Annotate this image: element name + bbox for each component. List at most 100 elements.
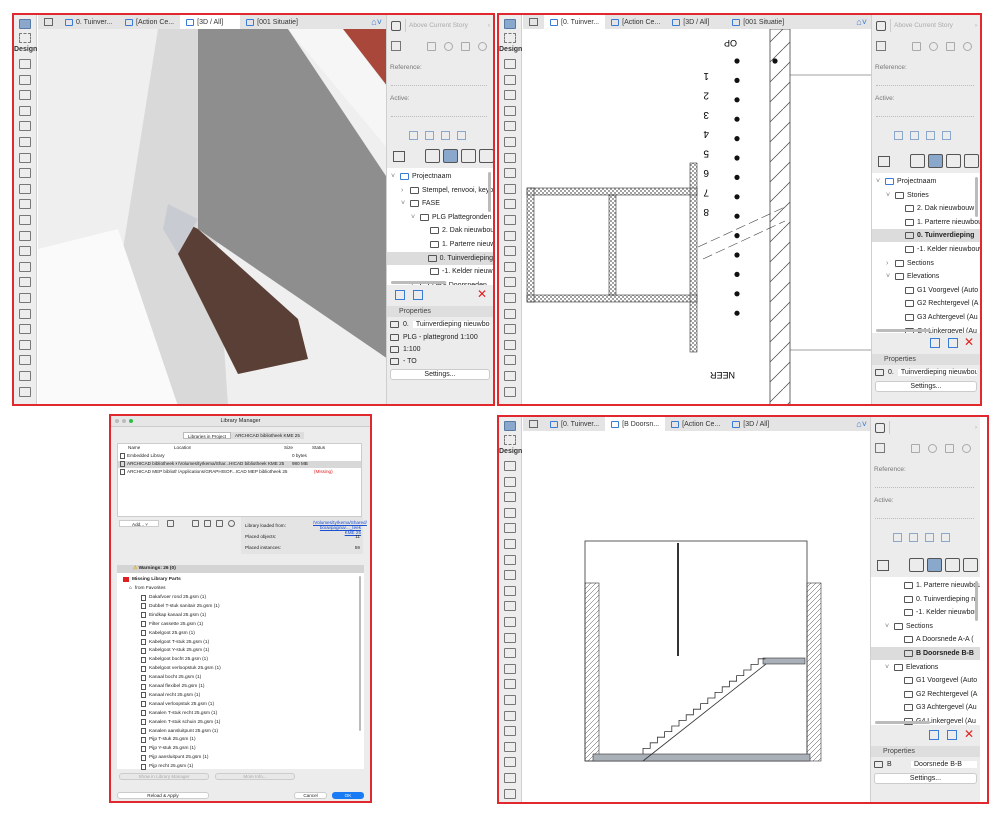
layout-book-icon[interactable] [946,154,961,168]
paste-icon[interactable] [909,533,918,542]
publisher-icon[interactable] [963,558,978,572]
stair-tool-icon[interactable] [19,152,31,163]
marquee-tool-icon[interactable] [19,33,31,43]
cancel-button[interactable]: Cancel [294,792,327,799]
wall-tool-icon[interactable] [504,59,516,69]
list-item[interactable]: Dakafvoer rond 25.gsm (1) [141,593,206,602]
info-icon[interactable] [228,520,235,527]
list-item[interactable]: Pijp aansluitpunt 25.gsm (1) [141,753,208,762]
tab-action-center[interactable]: [Action Ce... [665,417,726,431]
list-item[interactable]: Kanaal flexibel 25.gsm (1) [141,682,204,691]
elevation-tool-icon[interactable] [504,773,516,783]
trace-reference-selector[interactable]: Above Current Story › [405,19,490,32]
property-name-field[interactable]: Doorsnede B-B [911,761,977,768]
roof-tool-icon[interactable] [504,121,516,132]
tab-layout[interactable]: [001 Situatie] [726,15,836,29]
tree-item[interactable]: 2. Dak nieuwbou [421,224,493,237]
section-canvas[interactable] [523,431,873,803]
tree-item[interactable]: 1. Parterre nieuwbouw [895,579,980,592]
list-item[interactable]: Pijp recht 25.gsm (1) [141,762,193,771]
tab-action-center[interactable]: [Action Ce... [119,15,180,29]
column-tool-icon[interactable] [504,74,516,85]
library-edit-icon[interactable] [216,520,223,527]
shell-tool-icon[interactable] [504,539,516,549]
horizontal-scrollbar[interactable] [876,329,931,332]
column-tool-icon[interactable] [19,74,31,85]
warnings-header[interactable]: ⚠ Warnings: 26 (0) [117,565,364,573]
properties-header[interactable]: Properties [387,306,493,317]
tree-item[interactable]: 1. Parterre nieuw [421,238,493,251]
tree-item[interactable]: 0. Tuinverdieping [387,251,493,265]
property-name-field[interactable]: Tuinverdieping nieuwbouw [897,369,977,376]
tree-item[interactable]: G1 Voorgevel (Auto [896,284,978,297]
slab-tool-icon[interactable] [504,507,516,518]
active-slider[interactable] [391,109,487,117]
rotate-icon[interactable] [929,42,938,51]
marquee-tool-icon[interactable] [504,435,516,445]
column-header[interactable]: Size [284,445,293,450]
tree-item[interactable]: ˅ PLG Plattegronden [411,211,492,224]
list-scrollbar[interactable] [359,576,361,731]
mesh-tool-icon[interactable] [504,277,516,288]
show-in-library-manager-button[interactable]: Show in Library Manager [119,773,209,780]
opening-tool-icon[interactable] [504,726,516,737]
horizontal-scrollbar[interactable] [391,281,446,284]
delete-icon[interactable]: ✕ [964,727,974,741]
chevron-down-icon[interactable]: ˅ [886,192,892,199]
tab-layout[interactable]: [001 Situatie] [240,15,350,29]
tree-item[interactable]: › Sections [886,257,934,270]
zone-tool-icon[interactable] [504,261,516,272]
skylight-tool-icon[interactable] [19,230,31,241]
swap-icon[interactable] [875,443,885,453]
opening-tool-icon[interactable] [504,324,516,335]
list-item[interactable]: Kanaal recht 25.gsm (1) [141,691,200,700]
list-item[interactable]: Kabelgoot T-stuk 25.gsm (1) [141,638,209,647]
remove-icon[interactable] [942,131,951,140]
active-slider[interactable] [875,511,974,519]
view-map-icon[interactable] [443,149,458,163]
zone-tool-icon[interactable] [19,261,31,272]
beam-tool-icon[interactable] [504,492,516,503]
morph-tool-icon[interactable] [19,293,31,303]
library-file-icon[interactable] [204,520,211,527]
tree-item[interactable]: 2. Dak nieuwbouw [896,202,974,215]
object-tool-icon[interactable] [504,246,516,257]
tree-item[interactable]: G3 Achtergevel (Au [895,701,977,714]
morph-tool-icon[interactable] [504,695,516,705]
favorites-group[interactable]: ⌂ from Favorites [129,584,166,593]
tree-item[interactable]: -1. Kelder nieuwbou [895,606,978,619]
curtain-wall-tool-icon[interactable] [504,183,516,194]
curtain-wall-tool-icon[interactable] [19,183,31,194]
list-item[interactable]: Kanaal verloopstuk 25.gsm (1) [141,700,214,709]
navigator-options-icon[interactable] [878,156,890,167]
trace-toggle-icon[interactable] [876,21,886,31]
missing-parts-group[interactable]: Missing Library Parts [123,575,181,584]
tab-3d[interactable]: [3D / All] [180,15,241,29]
marquee-tool-icon[interactable] [504,33,516,43]
window-grid-icon[interactable] [529,18,538,26]
window-tool-icon[interactable] [19,199,31,210]
list-item[interactable]: Eindkap kanaal 25.gsm (1) [141,611,206,620]
window-grid-icon[interactable] [529,420,538,428]
tree-item[interactable]: G1 Voorgevel (Auto [895,674,977,687]
plan-canvas[interactable]: OP NEER 1 2 3 4 5 6 7 8 [523,29,873,406]
swap-icon[interactable] [391,41,401,51]
mirror-icon[interactable] [461,42,470,51]
tree-item[interactable]: B Doorsnede B-B [871,647,980,660]
navigator-options-icon[interactable] [877,560,889,571]
tree-item[interactable]: ˅ Sections [885,620,933,633]
3d-viewport[interactable] [38,29,388,406]
list-item[interactable]: Kabelgoot bocht 25.gsm (1) [141,655,208,664]
column-tool-icon[interactable] [504,476,516,487]
chevron-right-icon[interactable]: › [886,260,892,267]
trace-toggle-icon[interactable] [875,423,885,433]
clone-icon[interactable] [947,730,957,740]
tab-library-kme[interactable]: ARCHICAD bibliotheek KME 25 [231,432,304,439]
list-item[interactable]: Kanalen aansluitpunt 25.gsm (1) [141,727,218,736]
table-row[interactable]: ARCHICAD MEP bibliothee.../Applications/… [118,469,361,476]
tree-item[interactable]: G2 Rechtergevel (A [895,688,977,701]
opening-tool-icon[interactable] [19,324,31,335]
lamp-tool-icon[interactable] [504,710,516,721]
chevron-down-icon[interactable]: ˅ [391,173,397,180]
list-item[interactable]: Filter cassette 25.gsm (1) [141,620,203,629]
